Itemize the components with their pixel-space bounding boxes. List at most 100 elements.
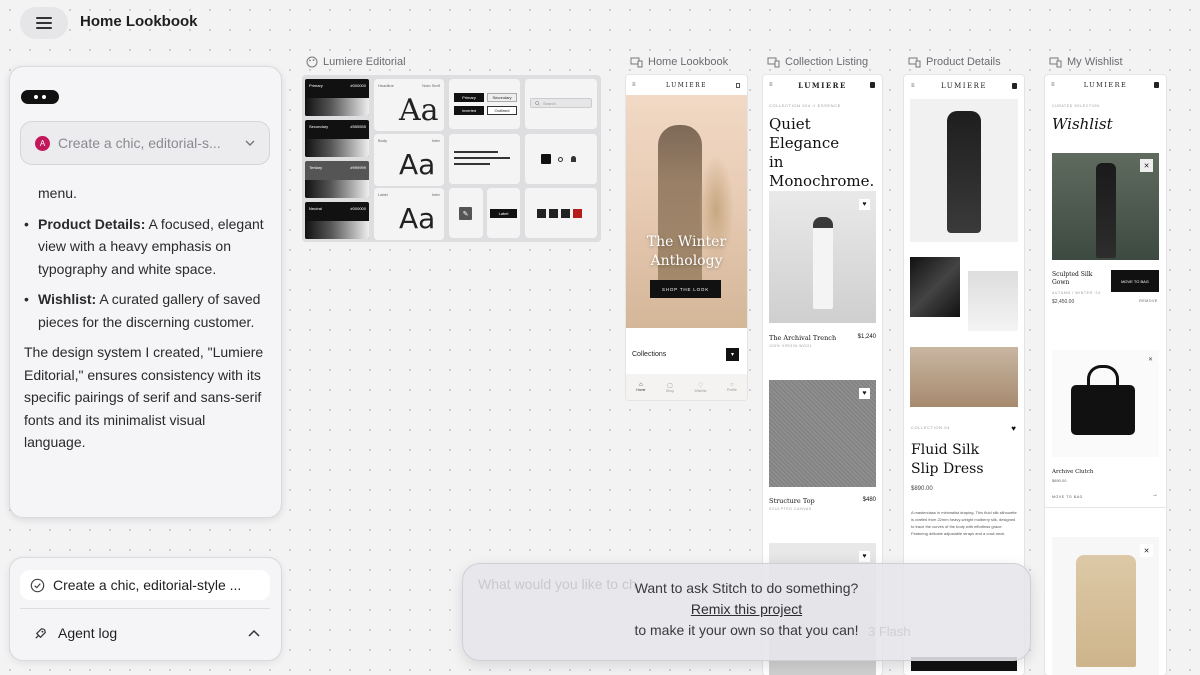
product-image[interactable]: ♥: [769, 380, 876, 487]
prompt-history-dropdown[interactable]: A Create a chic, editorial-s...: [20, 121, 270, 165]
menu-button[interactable]: [20, 7, 68, 39]
arrow-right-icon[interactable]: →: [1152, 492, 1158, 498]
list-item-label: Product Details:: [38, 215, 146, 232]
type-sample-tile: Headline Noto Serif Aa: [374, 79, 444, 131]
type-role: Body: [378, 138, 388, 143]
menu-icon: ≡: [769, 82, 773, 88]
model-figure: [813, 217, 833, 309]
frame-label-wishlist[interactable]: My Wishlist: [1049, 56, 1123, 68]
sample-outlined-button: Outlined: [487, 106, 517, 115]
avatar: A: [35, 135, 50, 151]
heart-icon[interactable]: ♥: [859, 199, 870, 210]
type-sample: Aa: [399, 93, 439, 128]
frame-label-text: Product Details: [926, 56, 1001, 68]
shop-icon: ▢: [667, 382, 673, 389]
app-header: ≡ LUMIERE: [1045, 75, 1166, 95]
type-role: Label: [378, 192, 388, 197]
more-options-button[interactable]: [21, 90, 59, 104]
rocket-icon: [35, 627, 46, 639]
frame-label-home[interactable]: Home Lookbook: [630, 56, 728, 68]
nav-wishlist[interactable]: ♡ Wishlist: [694, 382, 706, 393]
profile-icon: [571, 156, 576, 162]
shop-the-look-button[interactable]: SHOP THE LOOK: [650, 280, 721, 298]
product-sub: 100% VIRGIN WOOL: [769, 344, 813, 348]
tool-icon: [537, 209, 546, 218]
wishlist-item-name: Archive Clutch: [1052, 469, 1094, 475]
arrow-right-icon[interactable]: ▾: [726, 348, 739, 361]
swatch-hex: #000000: [350, 206, 366, 211]
wishlist-item-image[interactable]: ✕: [1052, 537, 1159, 675]
heart-icon: ♡: [697, 382, 704, 389]
collection-title: Quiet Elegance in Monochrome.: [769, 115, 875, 190]
thumbnail-image[interactable]: [910, 347, 1018, 407]
text-lines-tile: [449, 134, 520, 184]
agent-prompt-item[interactable]: Create a chic, editorial-style ...: [20, 570, 270, 600]
heart-icon[interactable]: ♥: [859, 551, 870, 562]
nav-home[interactable]: ⌂ Home: [636, 382, 645, 392]
search-icon: [558, 157, 563, 162]
hero-title: The Winter Anthology: [646, 234, 727, 269]
bag-icon: [870, 82, 875, 88]
heart-icon[interactable]: ♥: [1011, 424, 1016, 433]
label-tile: Label: [487, 188, 520, 238]
swatch-label: Secondary: [309, 124, 329, 129]
move-to-bag-link[interactable]: MOVE TO BAG: [1052, 495, 1083, 499]
frame-label-editorial[interactable]: Lumiere Editorial: [306, 56, 406, 68]
brand-logo: LUMIERE: [940, 82, 988, 90]
wishlist-item-image[interactable]: ✕: [1052, 153, 1159, 260]
chat-paragraph: The design system I created, "Lumiere Ed…: [24, 344, 264, 450]
frame-label-text: Lumiere Editorial: [323, 56, 406, 68]
wishlist-item-price: $890.00: [1052, 478, 1067, 483]
thumbnail-image[interactable]: [968, 271, 1018, 331]
page-title: Home Lookbook: [80, 13, 198, 30]
remix-line: to make it your own so that you can!: [634, 622, 859, 638]
close-icon[interactable]: ✕: [1140, 544, 1153, 557]
chevron-up-icon: [248, 629, 260, 637]
frame-label-product[interactable]: Product Details: [908, 56, 1001, 68]
agent-prompt-text: Create a chic, editorial-style ...: [53, 577, 242, 593]
sample-primary-button: Primary: [454, 93, 484, 102]
collection-kicker: COLLECTION 024 // ESSENCE: [769, 103, 841, 108]
product-price: $890.00: [911, 486, 933, 492]
action-icons-tile: [525, 188, 597, 238]
search-tile: Search: [525, 79, 597, 129]
wishlist-item-image[interactable]: ✕: [1052, 350, 1159, 457]
agent-log-toggle[interactable]: Agent log: [33, 622, 261, 644]
type-font: Inter: [431, 192, 440, 197]
frame-label-collection[interactable]: Collection Listing: [767, 56, 868, 68]
bag-handle: [1087, 365, 1119, 391]
sample-search-input: Search: [530, 98, 592, 108]
pencil-icon: ✎: [459, 207, 472, 220]
chevron-down-icon: [245, 140, 255, 146]
brand-logo: LUMIERE: [665, 81, 707, 89]
product-name[interactable]: Structure Top: [769, 497, 815, 505]
search-icon: [535, 100, 540, 106]
collections-row[interactable]: Collections ▾: [626, 328, 747, 374]
product-price: $1,240: [857, 334, 876, 340]
swatch-label: Neutral: [309, 206, 322, 211]
type-font: Noto Serif: [422, 83, 440, 88]
chat-partial-line: menu.: [38, 185, 77, 201]
wishlist-frame[interactable]: ≡ LUMIERE CURATED SELECTION Wishlist ✕ S…: [1045, 75, 1166, 675]
move-to-bag-button[interactable]: MOVE TO BAG: [1111, 270, 1159, 292]
menu-icon: ≡: [911, 83, 915, 89]
type-sample: Aa: [399, 148, 436, 181]
bottom-nav: ⌂ Home ▢ Shop ♡ Wishlist ○ Profile: [626, 374, 747, 400]
product-name[interactable]: The Archival Trench: [769, 334, 836, 342]
buttons-tile: Primary Secondary Inverted Outlined: [449, 79, 520, 129]
remix-project-link[interactable]: Remix this project: [691, 599, 802, 620]
close-icon[interactable]: ✕: [1140, 159, 1153, 172]
product-hero-image: [910, 99, 1018, 242]
list-item: Wishlist: A curated gallery of saved pie…: [24, 288, 264, 333]
product-image[interactable]: ♥: [769, 191, 876, 323]
thumbnail-image[interactable]: [910, 257, 960, 317]
list-item: Product Details: A focused, elegant view…: [24, 213, 264, 281]
remove-link[interactable]: REMOVE: [1139, 299, 1158, 303]
nav-profile[interactable]: ○ Profile: [727, 382, 737, 392]
brand-logo: LUMIERE: [798, 80, 847, 90]
prompt-chip-text: Create a chic, editorial-s...: [58, 135, 221, 151]
heart-icon[interactable]: ♥: [859, 388, 870, 399]
home-lookbook-frame[interactable]: ≡ LUMIERE The Winter Anthology SHOP THE L…: [626, 75, 747, 400]
nav-shop[interactable]: ▢ Shop: [666, 382, 674, 393]
close-icon[interactable]: ✕: [1148, 356, 1153, 363]
